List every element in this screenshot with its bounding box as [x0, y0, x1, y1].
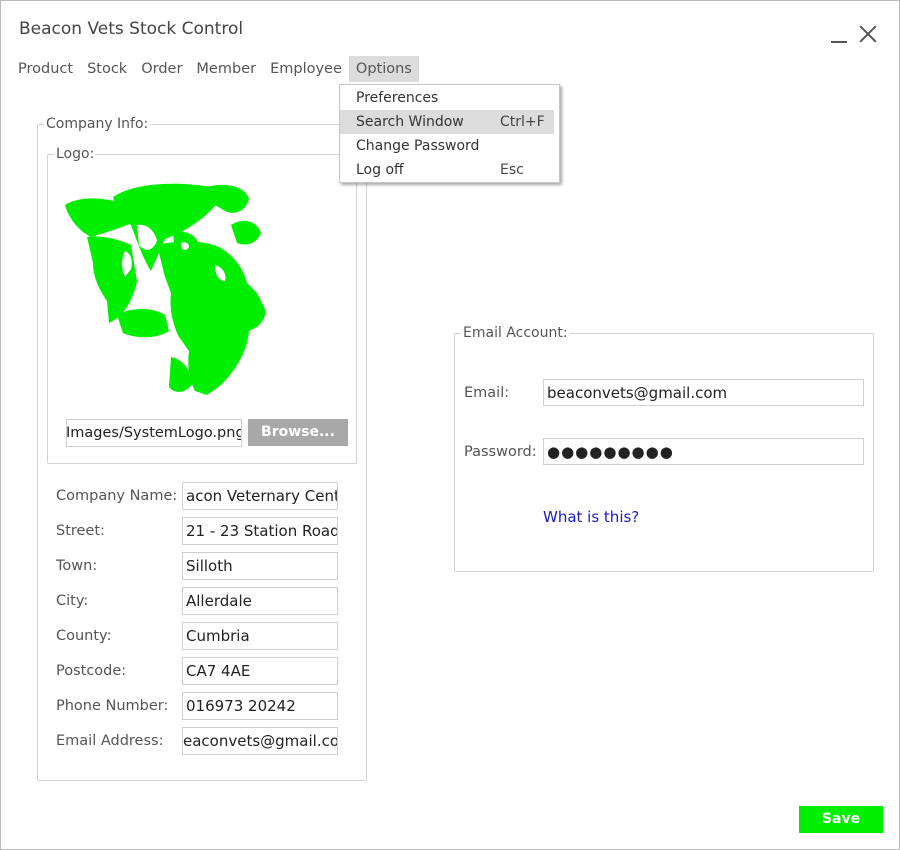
- menu-bar: Product Stock Order Member Employee Opti…: [11, 56, 419, 82]
- company-name-label: Company Name:: [56, 488, 178, 504]
- city-label: City:: [56, 593, 89, 609]
- email-address-label: Email Address:: [56, 733, 164, 749]
- change-password-label: Change Password: [356, 138, 480, 154]
- company-info-legend: Company Info:: [46, 116, 149, 132]
- street-label: Street:: [56, 523, 105, 539]
- logo-legend: Logo:: [56, 146, 95, 162]
- menu-product[interactable]: Product: [11, 56, 80, 82]
- logo-path-input[interactable]: Images/SystemLogo.png: [66, 419, 242, 447]
- postcode-input[interactable]: CA7 4AE: [182, 657, 338, 685]
- phone-input[interactable]: 016973 20242: [182, 692, 338, 720]
- minimize-icon[interactable]: [829, 23, 851, 45]
- menu-member[interactable]: Member: [189, 56, 263, 82]
- search-window-label: Search Window: [356, 114, 464, 130]
- county-label: County:: [56, 628, 112, 644]
- browse-button[interactable]: Browse...: [248, 419, 348, 446]
- menu-options[interactable]: Options: [348, 56, 419, 82]
- what-is-this-link[interactable]: What is this?: [543, 508, 639, 526]
- town-input[interactable]: Silloth: [182, 552, 338, 580]
- menu-employee[interactable]: Employee: [263, 56, 349, 82]
- log-off-shortcut: Esc: [500, 162, 524, 178]
- email-label: Email:: [464, 385, 510, 401]
- app-window: Beacon Vets Stock Control Product Stock …: [0, 0, 900, 850]
- preferences-label: Preferences: [356, 90, 439, 106]
- window-title: Beacon Vets Stock Control: [19, 19, 244, 39]
- street-input[interactable]: 21 - 23 Station Road: [182, 517, 338, 545]
- password-label: Password:: [464, 444, 537, 460]
- log-off-label: Log off: [356, 162, 404, 178]
- menu-item-search-window[interactable]: Search Window Ctrl+F: [340, 110, 554, 134]
- menu-item-preferences[interactable]: Preferences: [340, 86, 559, 110]
- save-button[interactable]: Save: [799, 806, 883, 833]
- postcode-label: Postcode:: [56, 663, 127, 679]
- password-input[interactable]: ●●●●●●●●●: [543, 438, 864, 465]
- email-address-input[interactable]: eaconvets@gmail.com: [182, 727, 338, 755]
- email-account-legend: Email Account:: [463, 325, 568, 341]
- search-window-shortcut: Ctrl+F: [500, 114, 545, 130]
- menu-item-change-password[interactable]: Change Password: [340, 134, 559, 158]
- options-dropdown: Preferences Search Window Ctrl+F Change …: [339, 84, 560, 183]
- email-input[interactable]: beaconvets@gmail.com: [543, 379, 864, 406]
- menu-order[interactable]: Order: [134, 56, 189, 82]
- menu-stock[interactable]: Stock: [80, 56, 134, 82]
- company-name-input[interactable]: acon Veternary Center: [182, 482, 338, 510]
- close-icon[interactable]: [857, 23, 879, 45]
- cow-logo: [65, 183, 266, 395]
- phone-label: Phone Number:: [56, 698, 169, 714]
- town-label: Town:: [56, 558, 98, 574]
- menu-item-log-off[interactable]: Log off Esc: [340, 158, 559, 182]
- city-input[interactable]: Allerdale: [182, 587, 338, 615]
- county-input[interactable]: Cumbria: [182, 622, 338, 650]
